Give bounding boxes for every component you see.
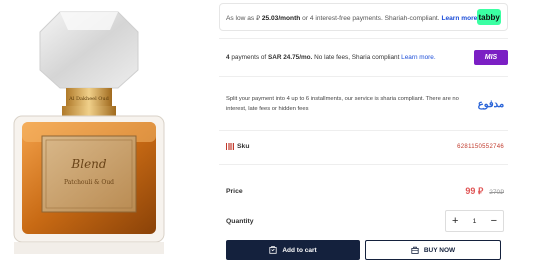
riyal-icon: ⃁ xyxy=(256,14,260,22)
buy-now-label: BUY NOW xyxy=(423,246,456,254)
quantity-label: Quantity xyxy=(226,217,254,225)
divider xyxy=(219,164,508,165)
add-to-cart-label: Add to cart xyxy=(282,246,317,254)
decrement-button[interactable]: − xyxy=(491,215,497,227)
sku-row: Sku 6281150552746 xyxy=(226,143,504,150)
riyal-icon: ⃁ xyxy=(477,186,484,196)
quantity-row: Quantity + 1 − xyxy=(226,210,504,232)
price-row: Price 99 ⃁ 270⃁ xyxy=(226,186,504,197)
madfu-text: Split your payment into 4 up to 6 instal… xyxy=(226,96,459,112)
tabby-amount: 25.03/month xyxy=(261,14,301,22)
madfu-installment-banner: Split your payment into 4 up to 6 instal… xyxy=(226,94,508,114)
divider xyxy=(219,130,508,131)
tabby-installment-banner: As low as ⃁ 25.03/month or 4 interest-fr… xyxy=(219,3,508,31)
mis-suffix: No late fees, Sharia compliant xyxy=(314,53,400,61)
add-to-cart-button[interactable]: Add to cart xyxy=(226,240,360,260)
tabby-learn-more-link[interactable]: Learn more xyxy=(441,15,477,22)
mis-count: 4 xyxy=(226,53,230,61)
mis-text-mid: payments of xyxy=(231,53,267,61)
tabby-prefix: As low as xyxy=(226,14,255,22)
bag-icon xyxy=(411,246,419,254)
mis-installment-banner: 4 payments of SAR 24.75/mo. No late fees… xyxy=(226,48,508,66)
bottle-label-brand: Blend xyxy=(70,157,106,171)
sku-value: 6281150552746 xyxy=(457,143,504,150)
divider xyxy=(219,76,508,77)
barcode-icon xyxy=(226,143,234,150)
current-price-value: 99 xyxy=(465,186,476,196)
tabby-text: As low as ⃁ 25.03/month or 4 interest-fr… xyxy=(226,13,477,22)
mis-amount: SAR 24.75/mo. xyxy=(267,53,313,61)
mis-learn-more-link[interactable]: Learn more. xyxy=(401,54,435,61)
bottle-label-name: Patchouli & Oud xyxy=(64,179,114,186)
current-price: 99 ⃁ xyxy=(465,186,483,197)
buy-now-button[interactable]: BUY NOW xyxy=(365,240,501,260)
madfu-logo: مدفوع xyxy=(477,98,505,110)
tabby-suffix: or 4 interest-free payments. Shariah-com… xyxy=(302,14,440,22)
neck-label: Al Dakheel Oud xyxy=(68,96,109,102)
product-image: Al Dakheel Oud Blend Patchouli & Oud xyxy=(0,0,210,268)
increment-button[interactable]: + xyxy=(452,215,458,227)
mis-text: 4 payments of SAR 24.75/mo. No late fees… xyxy=(226,54,474,61)
tabby-logo: tabby xyxy=(477,9,501,25)
quantity-stepper: + 1 − xyxy=(445,210,504,232)
divider xyxy=(219,38,508,39)
cart-icon xyxy=(269,246,277,254)
sku-label: Sku xyxy=(237,143,250,150)
original-price: 270⃁ xyxy=(489,189,504,196)
mis-logo: MIS xyxy=(474,49,508,65)
price-label: Price xyxy=(226,188,243,195)
quantity-value[interactable]: 1 xyxy=(473,218,477,225)
